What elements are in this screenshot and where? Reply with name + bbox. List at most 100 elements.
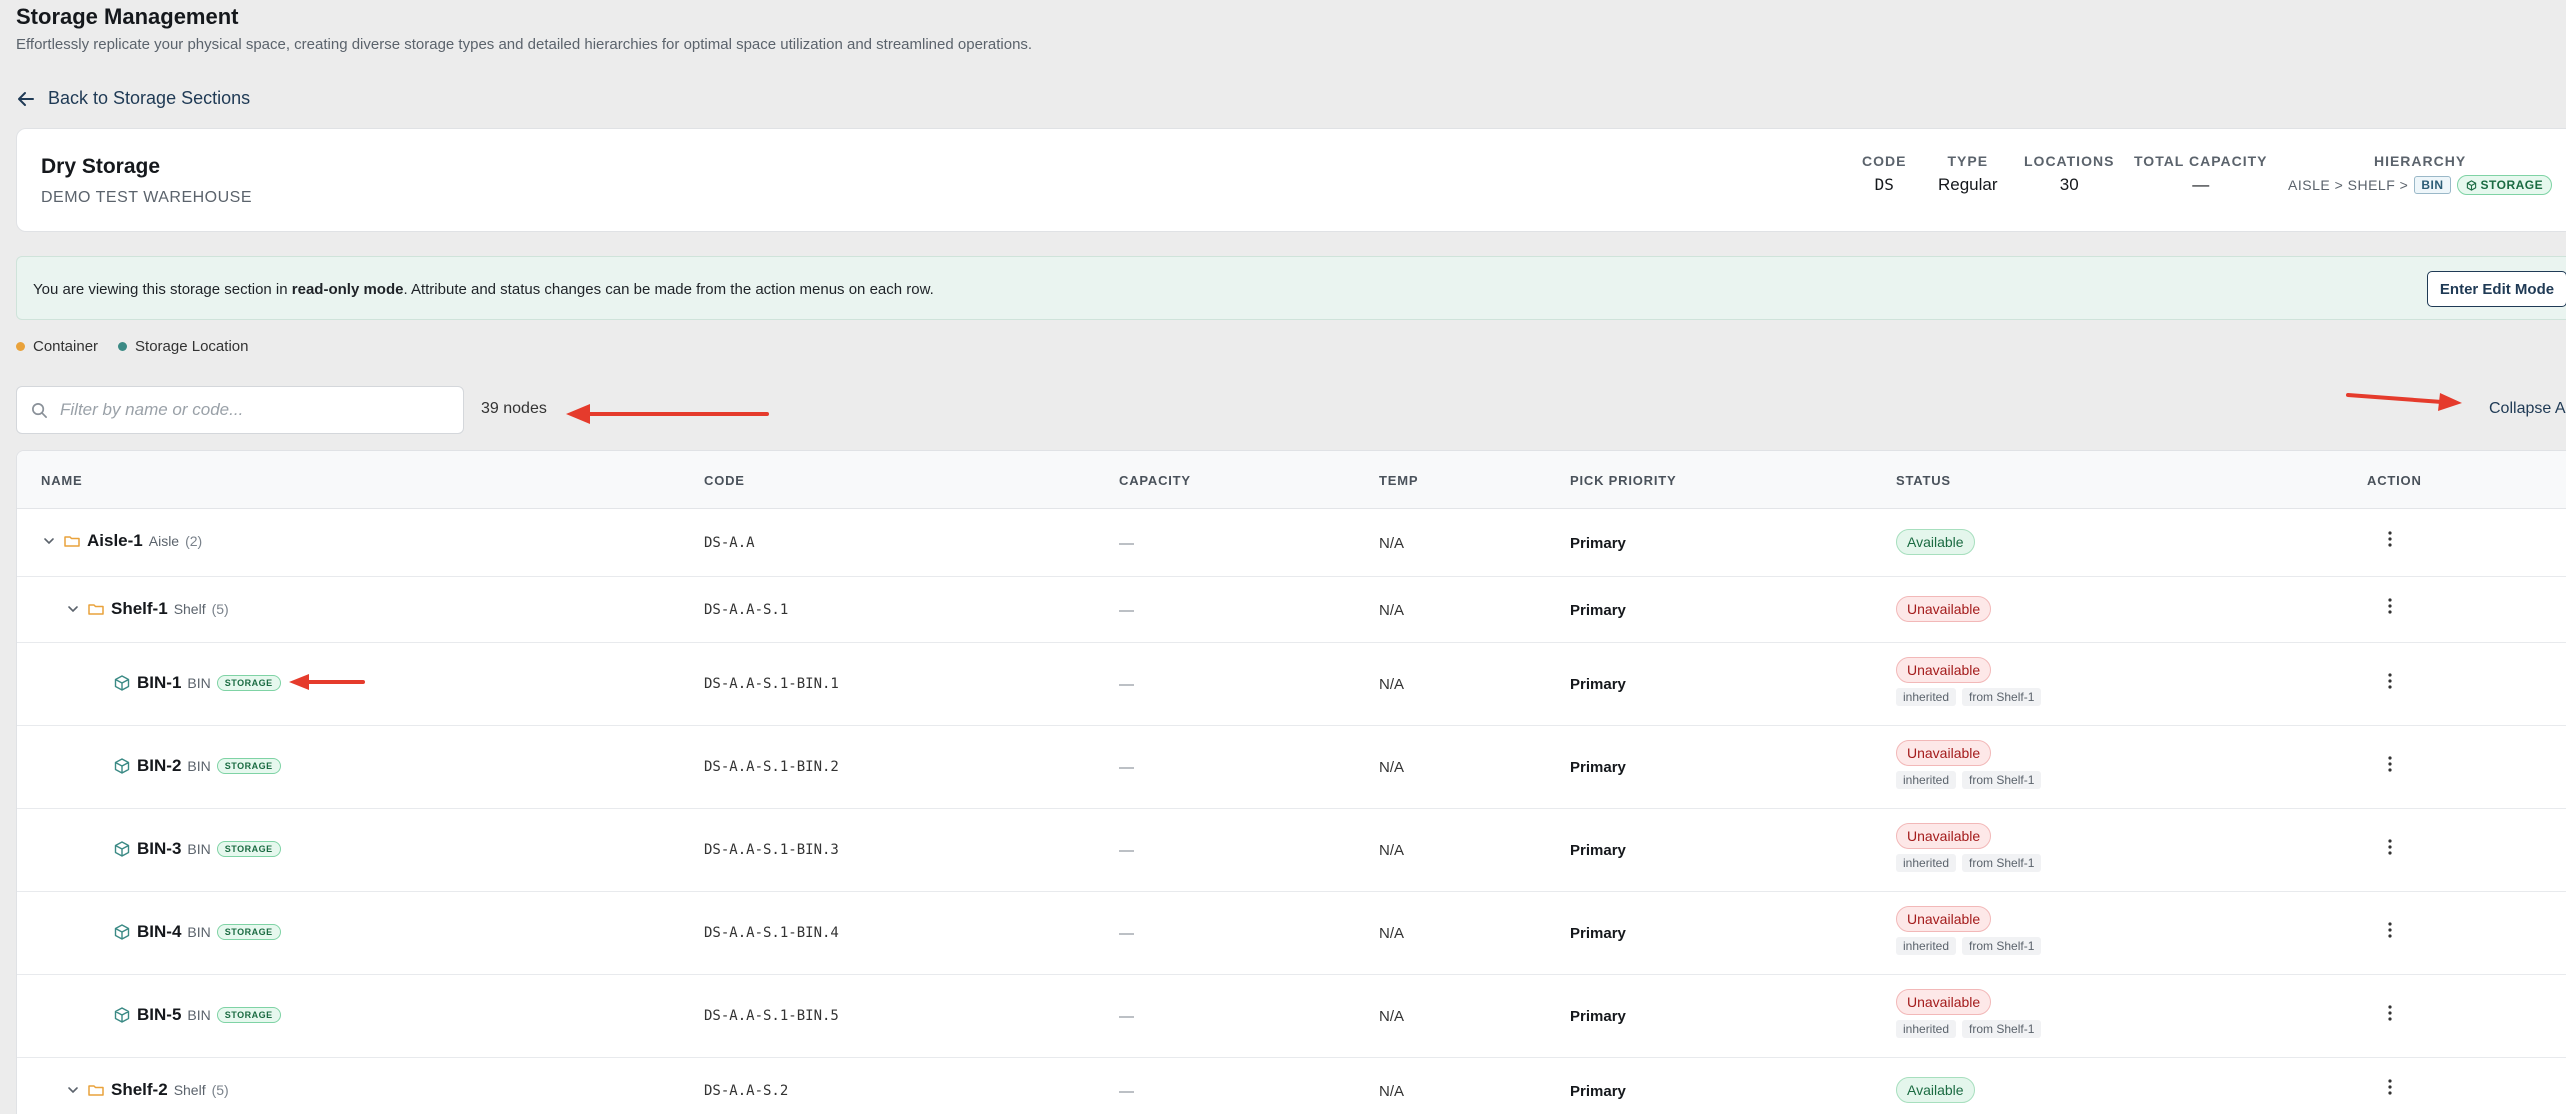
row-actions-button[interactable]	[2380, 529, 2400, 549]
th-name[interactable]: NAME	[41, 473, 82, 488]
banner-suffix: . Attribute and status changes can be ma…	[403, 281, 934, 298]
back-link[interactable]: Back to Storage Sections	[16, 88, 250, 109]
search-icon	[32, 402, 47, 418]
row-actions-button[interactable]	[2380, 1077, 2400, 1097]
meta-type: TYPE Regular	[1938, 153, 1998, 195]
meta-code-value: DS	[1874, 175, 1894, 194]
inherited-source-tag: from Shelf-1	[1962, 771, 2042, 789]
node-child-count: (5)	[211, 601, 229, 617]
th-capacity[interactable]: CAPACITY	[1119, 473, 1191, 488]
enter-edit-mode-button[interactable]: Enter Edit Mode	[2427, 271, 2566, 307]
more-vertical-icon	[2388, 598, 2392, 614]
search-input[interactable]	[60, 400, 440, 420]
meta-code: CODE DS	[1862, 153, 1906, 194]
chevron-down-icon[interactable]	[65, 601, 81, 617]
row-actions-button[interactable]	[2380, 671, 2400, 691]
th-action: ACTION	[2367, 473, 2422, 488]
status-badge: Unavailable	[1896, 596, 1992, 622]
chevron-down-icon[interactable]	[41, 533, 57, 549]
storage-badge: STORAGE	[216, 924, 281, 940]
row-actions-button[interactable]	[2380, 920, 2400, 940]
node-name: BIN-1	[137, 673, 182, 692]
node-code: DS-A.A-S.1-BIN.4	[704, 925, 839, 941]
table-row[interactable]: Shelf-2 Shelf (5) DS-A.A-S.2 — N/A Prima…	[17, 1058, 2566, 1114]
container-dot-icon	[16, 342, 25, 351]
storage-location-dot-icon	[118, 342, 128, 351]
inherited-tag: inherited	[1896, 688, 1957, 706]
legend: Container Storage Location	[16, 338, 248, 355]
cube-icon	[114, 924, 130, 940]
table-row[interactable]: BIN-5 BIN STORAGE DS-A.A-S.1-BIN.5 — N/A…	[17, 975, 2566, 1058]
cube-icon	[114, 1007, 130, 1023]
node-temp: N/A	[1379, 925, 1405, 942]
node-code: DS-A.A-S.1-BIN.5	[704, 1008, 839, 1024]
section-warehouse: DEMO TEST WAREHOUSE	[41, 189, 253, 206]
node-priority: Primary	[1570, 925, 1626, 942]
row-actions-button[interactable]	[2380, 596, 2400, 616]
th-status[interactable]: STATUS	[1896, 473, 1951, 488]
arrow-left-icon	[18, 91, 34, 106]
cube-icon	[114, 758, 130, 774]
table-row[interactable]: BIN-4 BIN STORAGE DS-A.A-S.1-BIN.4 — N/A…	[17, 892, 2566, 975]
meta-capacity: TOTAL CAPACITY —	[2134, 153, 2268, 195]
node-temp: N/A	[1379, 535, 1405, 552]
more-vertical-icon	[2388, 673, 2392, 689]
row-actions-button[interactable]	[2380, 1003, 2400, 1023]
table-row[interactable]: Shelf-1 Shelf (5) DS-A.A-S.1 — N/A Prima…	[17, 577, 2566, 643]
inherited-source-tag: from Shelf-1	[1962, 854, 2042, 872]
table-row[interactable]: BIN-1 BIN STORAGE DS-A.A-S.1-BIN.1 — N/A…	[17, 643, 2566, 726]
node-code: DS-A.A	[704, 535, 755, 551]
node-type: BIN	[187, 1007, 211, 1023]
node-temp: N/A	[1379, 676, 1405, 693]
banner-prefix: You are viewing this storage section in	[33, 281, 292, 298]
table-row[interactable]: BIN-3 BIN STORAGE DS-A.A-S.1-BIN.3 — N/A…	[17, 809, 2566, 892]
tree-table: NAME CODE CAPACITY TEMP PICK PRIORITY ST…	[16, 450, 2566, 1114]
banner-text: You are viewing this storage section in …	[33, 281, 934, 298]
annotation-arrow-left-icon	[566, 404, 769, 424]
node-name: BIN-3	[137, 839, 182, 858]
more-vertical-icon	[2388, 531, 2392, 547]
node-priority: Primary	[1570, 1083, 1626, 1100]
node-name: BIN-2	[137, 756, 182, 775]
node-name: Shelf-2	[111, 1080, 168, 1099]
status-badge: Unavailable	[1896, 906, 1992, 932]
chevron-down-icon[interactable]	[65, 1082, 81, 1098]
inherited-source-tag: from Shelf-1	[1962, 688, 2042, 706]
node-type: Shelf	[173, 601, 206, 617]
table-row[interactable]: BIN-2 BIN STORAGE DS-A.A-S.1-BIN.2 — N/A…	[17, 726, 2566, 809]
meta-code-label: CODE	[1862, 153, 1907, 169]
folder-icon	[88, 604, 104, 615]
node-code: DS-A.A-S.1-BIN.2	[704, 759, 839, 775]
collapse-all-button[interactable]: Collapse All	[2489, 400, 2566, 418]
banner-mode: read-only mode	[291, 281, 404, 298]
inherited-tag: inherited	[1896, 937, 1957, 955]
node-temp: N/A	[1379, 1008, 1405, 1025]
hierarchy-path: AISLE > SHELF >	[2288, 177, 2409, 193]
th-pick-priority[interactable]: PICK PRIORITY	[1570, 473, 1676, 488]
node-code: DS-A.A-S.1	[704, 602, 789, 618]
hierarchy-chain: AISLE > SHELF > BIN STORAGE	[2288, 175, 2553, 195]
status-badge: Unavailable	[1896, 740, 1992, 766]
storage-badge: STORAGE	[216, 758, 281, 774]
folder-icon	[64, 536, 80, 547]
annotation-arrow-left-icon	[289, 674, 365, 690]
row-actions-button[interactable]	[2380, 754, 2400, 774]
storage-badge: STORAGE	[216, 841, 281, 857]
hierarchy-bin-badge: BIN	[2414, 176, 2451, 194]
th-temp[interactable]: TEMP	[1379, 473, 1418, 488]
cube-icon	[114, 841, 130, 857]
back-link-label: Back to Storage Sections	[48, 88, 251, 108]
node-priority: Primary	[1570, 759, 1626, 776]
table-row[interactable]: Aisle-1 Aisle (2) DS-A.A — N/A Primary A…	[17, 509, 2566, 577]
meta-locations: LOCATIONS 30	[2024, 153, 2114, 195]
more-vertical-icon	[2388, 1079, 2392, 1095]
meta-hierarchy-label: HIERARCHY	[2373, 153, 2467, 169]
row-actions-button[interactable]	[2380, 837, 2400, 857]
meta-hierarchy: HIERARCHY AISLE > SHELF > BIN STORAGE	[2288, 153, 2553, 195]
hierarchy-storage-badge: STORAGE	[2456, 175, 2553, 195]
node-temp: N/A	[1379, 1083, 1405, 1100]
node-priority: Primary	[1570, 676, 1626, 693]
annotation-arrow-right-icon	[2346, 393, 2462, 411]
th-code[interactable]: CODE	[704, 473, 745, 488]
folder-icon	[88, 1085, 104, 1096]
